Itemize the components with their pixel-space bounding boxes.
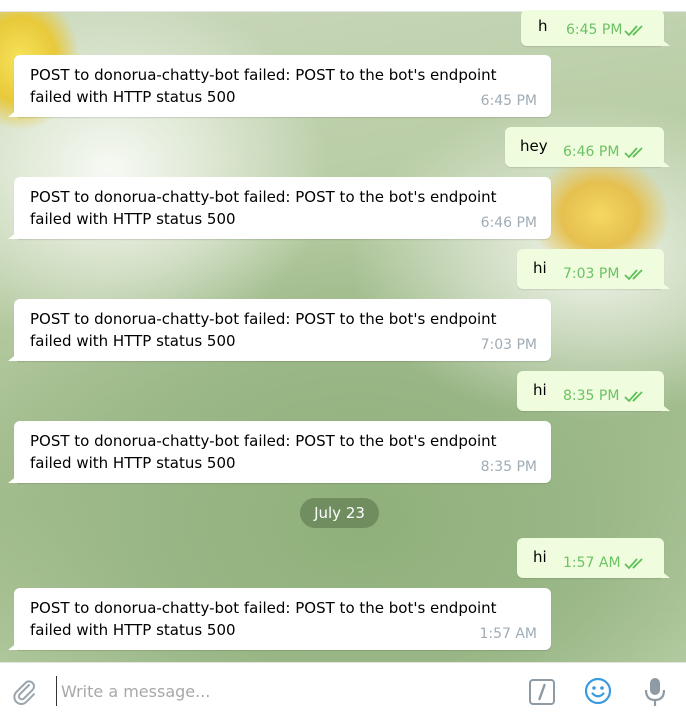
message-text: POST to donorua-chatty-bot failed: POST … xyxy=(30,188,497,228)
incoming-message[interactable]: POST to donorua-chatty-bot failed: POST … xyxy=(8,588,551,650)
message-text: hi xyxy=(533,259,547,277)
message-text: h xyxy=(538,17,548,35)
message-time: 8:35 PM xyxy=(563,388,620,404)
incoming-message[interactable]: POST to donorua-chatty-bot failed: POST … xyxy=(8,299,551,361)
outgoing-message[interactable]: hi 7:03 PM xyxy=(517,249,670,289)
message-time: 1:57 AM xyxy=(563,555,621,571)
paperclip-icon[interactable] xyxy=(10,677,38,705)
incoming-message[interactable]: POST to donorua-chatty-bot failed: POST … xyxy=(8,421,551,483)
double-check-icon xyxy=(624,25,643,37)
message-text: hey xyxy=(520,137,548,155)
bot-commands-icon[interactable] xyxy=(528,678,556,706)
outgoing-message[interactable]: hey 6:46 PM xyxy=(505,127,670,167)
message-text: POST to donorua-chatty-bot failed: POST … xyxy=(30,599,497,639)
date-separator: July 23 xyxy=(300,498,379,528)
double-check-icon xyxy=(624,391,643,403)
message-time: 6:46 PM xyxy=(480,215,537,231)
message-text: POST to donorua-chatty-bot failed: POST … xyxy=(30,432,497,472)
message-composer xyxy=(0,662,686,718)
outgoing-message[interactable]: h 6:45 PM xyxy=(521,10,670,46)
message-text: POST to donorua-chatty-bot failed: POST … xyxy=(30,310,497,350)
message-text: hi xyxy=(533,381,547,399)
message-input[interactable] xyxy=(56,676,506,706)
incoming-message[interactable]: POST to donorua-chatty-bot failed: POST … xyxy=(8,177,551,239)
message-time: 1:57 AM xyxy=(479,626,537,642)
message-time: 6:45 PM xyxy=(566,22,623,38)
message-text: POST to donorua-chatty-bot failed: POST … xyxy=(30,66,497,106)
message-time: 7:03 PM xyxy=(563,266,620,282)
double-check-icon xyxy=(624,558,643,570)
message-time: 8:35 PM xyxy=(480,459,537,475)
message-time: 6:45 PM xyxy=(480,93,537,109)
double-check-icon xyxy=(624,147,643,159)
message-time: 6:46 PM xyxy=(563,144,620,160)
message-text: hi xyxy=(533,548,547,566)
message-time: 7:03 PM xyxy=(480,337,537,353)
incoming-message[interactable]: POST to donorua-chatty-bot failed: POST … xyxy=(8,55,551,117)
emoji-icon[interactable] xyxy=(583,676,613,706)
outgoing-message[interactable]: hi 1:57 AM xyxy=(517,538,670,578)
chat-history[interactable]: h 6:45 PM POST to donorua-chatty-bot fai… xyxy=(0,0,686,662)
outgoing-message[interactable]: hi 8:35 PM xyxy=(517,371,670,411)
microphone-icon[interactable] xyxy=(642,676,668,708)
double-check-icon xyxy=(624,269,643,281)
